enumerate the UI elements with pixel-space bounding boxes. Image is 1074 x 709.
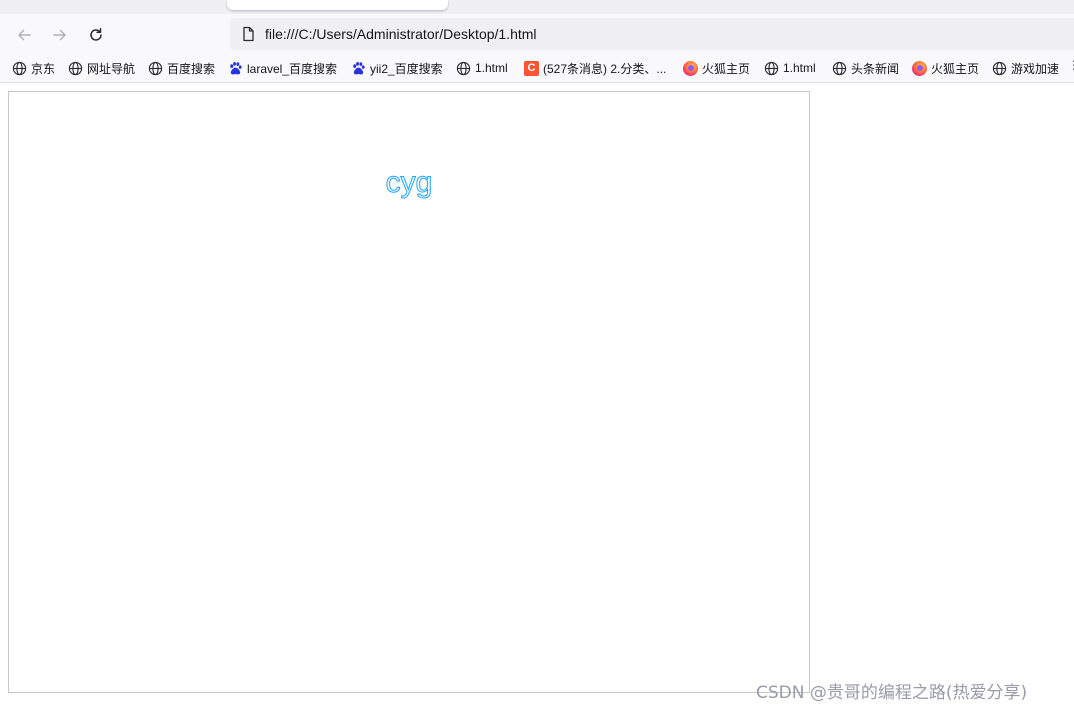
baidu-paw-icon bbox=[351, 61, 366, 76]
bookmark-label: 百度搜索 bbox=[167, 61, 216, 76]
baidu-paw-icon bbox=[228, 61, 243, 76]
firefox-icon bbox=[683, 60, 698, 76]
reload-icon bbox=[90, 28, 102, 41]
canvas-area: cyg bbox=[8, 91, 810, 693]
bookmark-label: 火狐主页 bbox=[702, 61, 751, 76]
url-bar[interactable]: file:///C:/Users/Administrator/Desktop/1… bbox=[230, 18, 1074, 50]
tab-strip bbox=[0, 0, 1074, 14]
firefox-icon bbox=[912, 60, 927, 76]
bookmark-item[interactable]: C (527条消息) 2.分类、... bbox=[524, 60, 666, 76]
bookmark-label: 火狐主页 bbox=[931, 61, 980, 76]
canvas-drawing: cyg bbox=[385, 166, 433, 200]
arrow-left-icon bbox=[18, 29, 31, 41]
bookmark-label: yii2_百度搜索 bbox=[370, 61, 443, 76]
back-button[interactable] bbox=[13, 24, 35, 46]
bookmark-label: 1.html bbox=[783, 61, 816, 75]
bookmark-label: 网址导航 bbox=[87, 61, 136, 76]
bookmark-item[interactable]: 火狐主页 bbox=[683, 60, 750, 76]
stroked-text: cyg bbox=[386, 166, 433, 199]
bookmark-label: (527条消息) 2.分类、... bbox=[543, 61, 667, 76]
bookmark-label: 京东 bbox=[31, 61, 56, 76]
csdn-icon: C bbox=[524, 60, 539, 76]
bookmark-item[interactable]: 头条新闻 bbox=[832, 60, 899, 76]
globe-icon bbox=[764, 61, 779, 76]
bookmark-label: laravel_百度搜索 bbox=[247, 61, 338, 76]
watermark: CSDN @贵哥的编程之路(热爱分享) bbox=[756, 683, 1028, 703]
globe-icon bbox=[456, 61, 471, 76]
arrow-right-icon bbox=[53, 29, 66, 41]
bookmark-label: 1.html bbox=[475, 61, 508, 75]
bookmark-item[interactable]: 游戏加速 bbox=[992, 60, 1059, 76]
url-text[interactable]: file:///C:/Users/Administrator/Desktop/1… bbox=[265, 25, 537, 43]
navigation-toolbar: file:///C:/Users/Administrator/Desktop/1… bbox=[0, 14, 1074, 54]
bookmark-item[interactable]: 网址导航 bbox=[68, 60, 135, 76]
globe-icon bbox=[68, 61, 83, 76]
forward-button[interactable] bbox=[49, 24, 71, 46]
bookmark-item[interactable]: 百度搜索 bbox=[148, 60, 215, 76]
bookmark-item[interactable]: 京东 bbox=[12, 60, 55, 76]
reload-button[interactable] bbox=[85, 24, 107, 46]
bookmark-item[interactable]: 1.html bbox=[456, 60, 508, 76]
bookmark-label: 游戏加速 bbox=[1011, 61, 1060, 76]
bookmark-item[interactable]: 火狐主页 bbox=[912, 60, 979, 76]
globe-icon bbox=[832, 61, 847, 76]
globe-icon bbox=[148, 61, 163, 76]
globe-icon bbox=[12, 61, 27, 76]
bookmark-item[interactable]: yii2_百度搜索 bbox=[351, 60, 443, 76]
active-tab[interactable] bbox=[227, 0, 448, 10]
bookmark-item[interactable]: 1.html bbox=[764, 60, 816, 76]
bookmarks-overflow-icon[interactable]: ⋮ bbox=[1068, 58, 1074, 78]
bookmark-item[interactable]: laravel_百度搜索 bbox=[228, 60, 337, 76]
globe-icon bbox=[992, 61, 1007, 76]
page-icon bbox=[243, 26, 254, 42]
bookmark-label: 头条新闻 bbox=[851, 61, 900, 76]
bookmarks-toolbar: 京东 网址导航 百度搜索 laravel_百度搜索 yii2_百度搜索 1.ht… bbox=[0, 54, 1074, 83]
